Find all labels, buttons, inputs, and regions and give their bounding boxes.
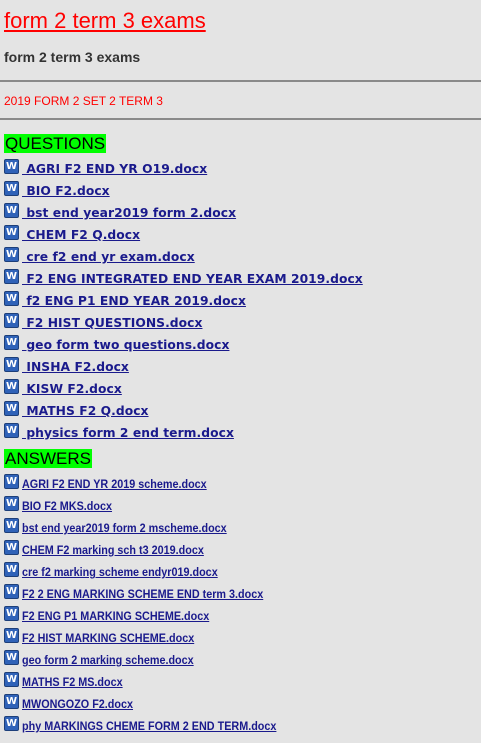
answer-file-item: W F2 HIST MARKING SCHEME.docx	[4, 627, 305, 649]
word-doc-icon[interactable]: W	[4, 628, 19, 643]
answer-file-item: Wcre f2 marking scheme endyr019.docx	[4, 561, 305, 583]
answers-heading: ANSWERS	[4, 449, 92, 468]
question-file-item: W bst end year2019 form 2.docx	[4, 202, 363, 224]
file-download-link[interactable]: KISW F2.docx	[22, 378, 122, 400]
file-download-link[interactable]: cre f2 marking scheme endyr019.docx	[22, 561, 218, 583]
question-file-item: W CHEM F2 Q.docx	[4, 224, 363, 246]
file-download-link[interactable]: F2 2 ENG MARKING SCHEME END term 3.docx	[22, 583, 263, 605]
file-download-link[interactable]: f2 ENG P1 END YEAR 2019.docx	[22, 290, 246, 312]
word-doc-icon[interactable]: W	[4, 313, 19, 328]
file-download-link[interactable]: bst end year2019 form 2.docx	[22, 202, 236, 224]
word-doc-icon[interactable]: W	[4, 716, 19, 731]
word-doc-icon[interactable]: W	[4, 584, 19, 599]
file-download-link[interactable]: cre f2 end yr exam.docx	[22, 246, 195, 268]
file-download-link[interactable]: physics form 2 end term.docx	[22, 422, 234, 444]
word-doc-icon[interactable]: W	[4, 694, 19, 709]
file-download-link[interactable]: MATHS F2 MS.docx	[22, 671, 123, 693]
answer-file-item: W MATHS F2 MS.docx	[4, 671, 305, 693]
answer-file-item: W F2 ENG P1 MARKING SCHEME.docx	[4, 605, 305, 627]
word-doc-icon[interactable]: W	[4, 518, 19, 533]
word-doc-icon[interactable]: W	[4, 291, 19, 306]
word-doc-icon[interactable]: W	[4, 606, 19, 621]
question-file-item: W physics form 2 end term.docx	[4, 422, 363, 444]
word-doc-icon[interactable]: W	[4, 423, 19, 438]
file-download-link[interactable]: CHEM F2 Q.docx	[22, 224, 140, 246]
file-download-link[interactable]: F2 HIST MARKING SCHEME.docx	[22, 627, 194, 649]
question-file-item: W INSHA F2.docx	[4, 356, 363, 378]
word-doc-icon[interactable]: W	[4, 181, 19, 196]
file-download-link[interactable]: AGRI F2 END YR 2019 scheme.docx	[22, 473, 207, 495]
question-file-item: W f2 ENG P1 END YEAR 2019.docx	[4, 290, 363, 312]
file-download-link[interactable]: bst end year2019 form 2 mscheme.docx	[22, 517, 227, 539]
answer-file-item: W BIO F2 MKS.docx	[4, 495, 305, 517]
file-download-link[interactable]: MWONGOZO F2.docx	[22, 693, 133, 715]
question-file-item: W F2 HIST QUESTIONS.docx	[4, 312, 363, 334]
word-doc-icon[interactable]: W	[4, 159, 19, 174]
file-download-link[interactable]: phy MARKINGS CHEME FORM 2 END TERM.docx	[22, 715, 276, 737]
word-doc-icon[interactable]: W	[4, 247, 19, 262]
word-doc-icon[interactable]: W	[4, 540, 19, 555]
file-download-link[interactable]: CHEM F2 marking sch t3 2019.docx	[22, 539, 204, 561]
answer-file-item: Wgeo form 2 marking scheme.docx	[4, 649, 305, 671]
horizontal-divider	[0, 118, 481, 120]
question-file-item: W MATHS F2 Q.docx	[4, 400, 363, 422]
word-doc-icon[interactable]: W	[4, 672, 19, 687]
file-download-link[interactable]: AGRI F2 END YR O19.docx	[22, 158, 207, 180]
word-doc-icon[interactable]: W	[4, 474, 19, 489]
word-doc-icon[interactable]: W	[4, 401, 19, 416]
word-doc-icon[interactable]: W	[4, 357, 19, 372]
file-download-link[interactable]: F2 HIST QUESTIONS.docx	[22, 312, 202, 334]
word-doc-icon[interactable]: W	[4, 269, 19, 284]
answer-file-item: W CHEM F2 marking sch t3 2019.docx	[4, 539, 305, 561]
set-title: 2019 FORM 2 SET 2 TERM 3	[4, 94, 163, 108]
file-download-link[interactable]: F2 ENG INTEGRATED END YEAR EXAM 2019.doc…	[22, 268, 363, 290]
question-file-item: W BIO F2.docx	[4, 180, 363, 202]
question-file-item: W cre f2 end yr exam.docx	[4, 246, 363, 268]
word-doc-icon[interactable]: W	[4, 203, 19, 218]
page: form 2 term 3 exams form 2 term 3 exams …	[0, 0, 481, 743]
question-file-item: W AGRI F2 END YR O19.docx	[4, 158, 363, 180]
questions-file-list: W AGRI F2 END YR O19.docx W BIO F2.docx W …	[4, 158, 363, 444]
question-file-item: W geo form two questions.docx	[4, 334, 363, 356]
question-file-item: W KISW F2.docx	[4, 378, 363, 400]
question-file-item: W F2 ENG INTEGRATED END YEAR EXAM 2019.d…	[4, 268, 363, 290]
file-download-link[interactable]: INSHA F2.docx	[22, 356, 129, 378]
file-download-link[interactable]: MATHS F2 Q.docx	[22, 400, 149, 422]
page-title: form 2 term 3 exams	[4, 8, 206, 33]
word-doc-icon[interactable]: W	[4, 562, 19, 577]
answers-file-list: W AGRI F2 END YR 2019 scheme.docx W BIO F2 …	[4, 473, 305, 737]
word-doc-icon[interactable]: W	[4, 650, 19, 665]
horizontal-divider	[0, 80, 481, 82]
file-download-link[interactable]: F2 ENG P1 MARKING SCHEME.docx	[22, 605, 209, 627]
word-doc-icon[interactable]: W	[4, 225, 19, 240]
file-download-link[interactable]: BIO F2.docx	[22, 180, 110, 202]
answer-file-item: W F2 2 ENG MARKING SCHEME END term 3.docx	[4, 583, 305, 605]
questions-heading: QUESTIONS	[4, 134, 107, 153]
answer-file-item: Wbst end year2019 form 2 mscheme.docx	[4, 517, 305, 539]
answer-file-item: W MWONGOZO F2.docx	[4, 693, 305, 715]
file-download-link[interactable]: geo form two questions.docx	[22, 334, 229, 356]
page-subtitle: form 2 term 3 exams	[4, 49, 141, 65]
answer-file-item: W AGRI F2 END YR 2019 scheme.docx	[4, 473, 305, 495]
answer-file-item: Wphy MARKINGS CHEME FORM 2 END TERM.docx	[4, 715, 305, 737]
file-download-link[interactable]: geo form 2 marking scheme.docx	[22, 649, 194, 671]
file-download-link[interactable]: BIO F2 MKS.docx	[22, 495, 112, 517]
word-doc-icon[interactable]: W	[4, 496, 19, 511]
word-doc-icon[interactable]: W	[4, 379, 19, 394]
word-doc-icon[interactable]: W	[4, 335, 19, 350]
